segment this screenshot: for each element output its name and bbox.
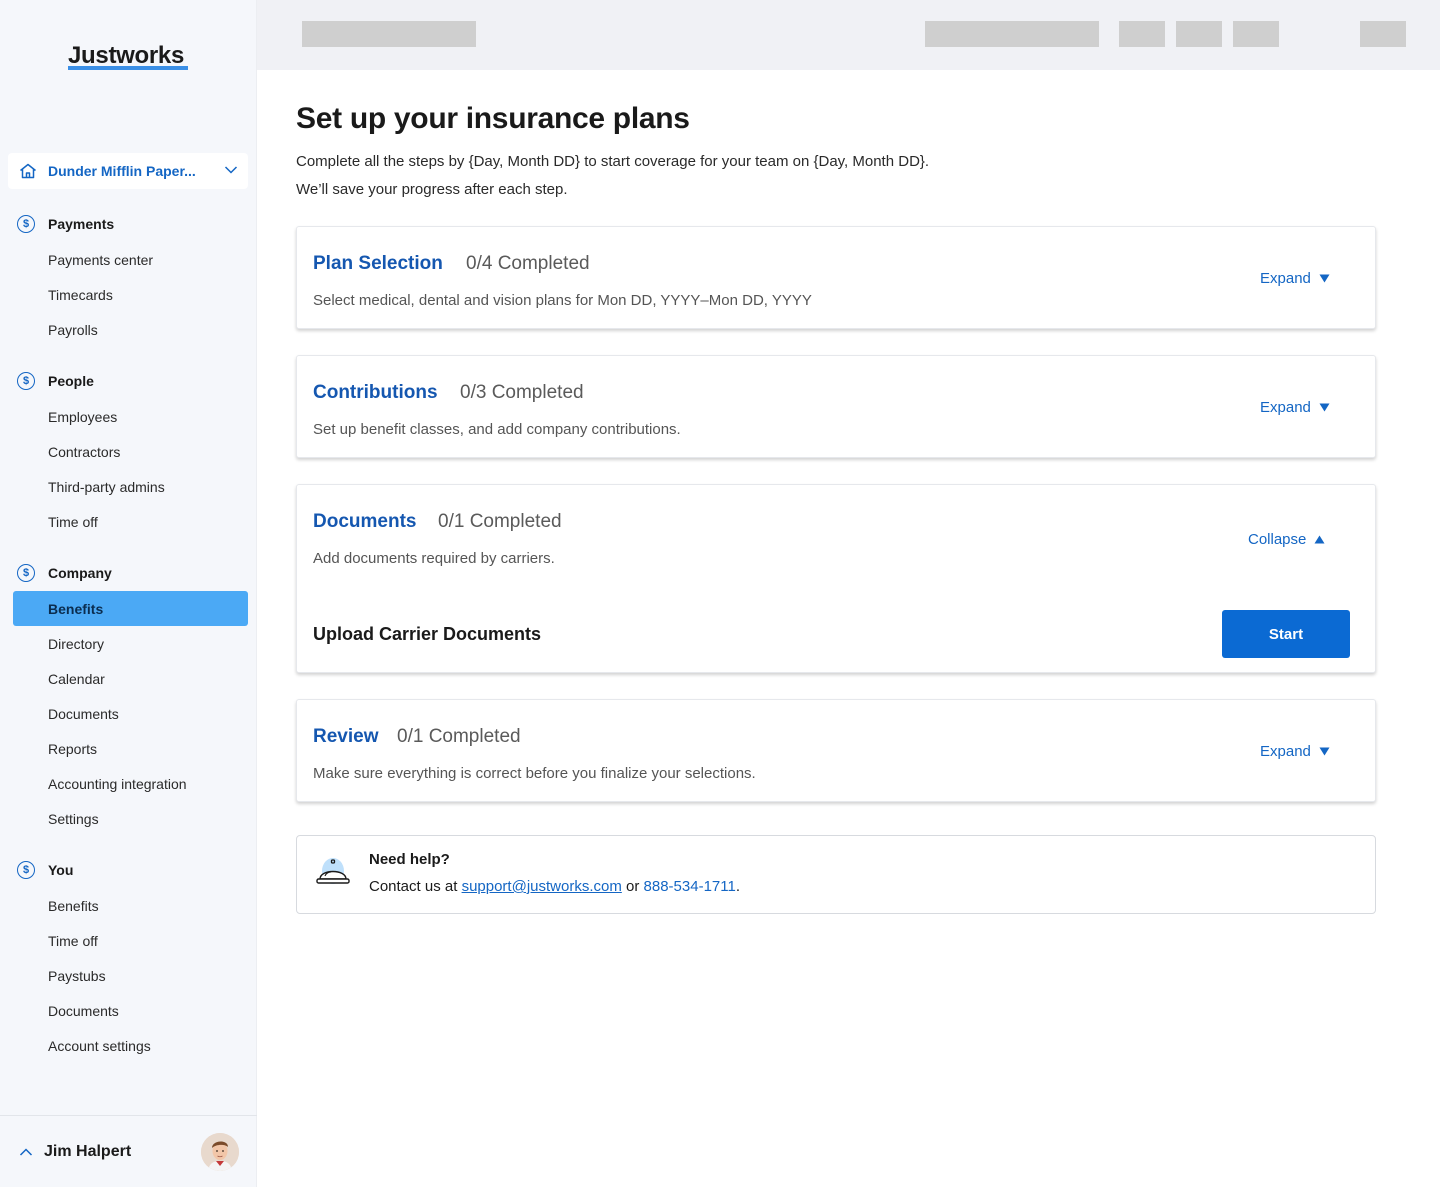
expand-button[interactable]: Expand (1260, 743, 1330, 760)
placeholder-breadcrumb (302, 21, 476, 47)
step-title: Review (313, 726, 379, 747)
step-count: 0/1 Completed (397, 726, 521, 747)
sidebar-item-benefits-active[interactable]: Benefits (13, 591, 248, 626)
avatar-image (201, 1133, 239, 1171)
subtask-title: Upload Carrier Documents (313, 624, 542, 644)
step-title: Plan Selection (313, 253, 443, 274)
user-name: Jim Halpert (44, 1143, 132, 1160)
top-bar (257, 0, 1440, 70)
support-email-link[interactable]: support@justworks.com (462, 878, 622, 895)
dollar-icon: $ (17, 861, 35, 879)
step-description: Make sure everything is correct before y… (313, 765, 756, 782)
sidebar-item-reports[interactable]: Reports (48, 741, 97, 757)
user-menu[interactable]: Jim Halpert (0, 1115, 257, 1187)
step-card-review: Review 0/1 Completed Make sure everythin… (296, 699, 1376, 802)
sidebar-item-documents[interactable]: Documents (48, 706, 119, 722)
start-button[interactable]: Start (1222, 610, 1350, 658)
support-phone-link[interactable]: 888-534-1711 (644, 878, 736, 895)
sidebar-item-paystubs[interactable]: Paystubs (48, 968, 106, 984)
home-icon (20, 163, 36, 179)
page-subtitle: Complete all the steps by {Day, Month DD… (296, 153, 930, 170)
dollar-icon: $ (17, 564, 35, 582)
help-suffix: . (735, 878, 741, 895)
sidebar-item-payments-center[interactable]: Payments center (48, 252, 153, 268)
step-description: Set up benefit classes, and add company … (313, 421, 681, 438)
caret-up-icon (1314, 535, 1325, 544)
expand-button[interactable]: Expand (1260, 270, 1330, 287)
nav-section-label: Payments (48, 216, 115, 232)
expand-button[interactable]: Expand (1260, 399, 1330, 416)
chevron-down-icon (224, 166, 238, 174)
help-box: Need help? Contact us at support@justwor… (296, 835, 1376, 914)
sidebar-item-calendar[interactable]: Calendar (48, 671, 105, 687)
chevron-up-icon (19, 1148, 33, 1156)
step-count: 0/4 Completed (466, 253, 590, 274)
sidebar: Justworks Dunder Mifflin Paper... $ Paym… (0, 0, 257, 1187)
toggle-label: Collapse (1248, 531, 1307, 548)
toggle-label: Expand (1260, 743, 1311, 760)
collapse-button[interactable]: Collapse (1248, 531, 1325, 548)
step-title: Contributions (313, 382, 438, 403)
sidebar-item-my-time-off[interactable]: Time off (48, 933, 98, 949)
sidebar-item-account-settings[interactable]: Account settings (48, 1038, 151, 1054)
sidebar-item-my-benefits[interactable]: Benefits (48, 898, 99, 914)
step-description: Add documents required by carriers. (313, 550, 555, 567)
placeholder-search (925, 21, 1099, 47)
caret-down-icon (1319, 747, 1330, 756)
step-card-contributions: Contributions 0/3 Completed Set up benef… (296, 355, 1376, 458)
dollar-icon: $ (17, 372, 35, 390)
toggle-label: Expand (1260, 399, 1311, 416)
step-title: Documents (313, 511, 417, 532)
step-count: 0/3 Completed (460, 382, 584, 403)
caret-down-icon (1319, 403, 1330, 412)
sidebar-item-accounting-integration[interactable]: Accounting integration (48, 776, 187, 792)
sidebar-item-time-off[interactable]: Time off (48, 514, 98, 530)
sidebar-item-third-party-admins[interactable]: Third-party admins (48, 479, 165, 495)
page-title: Set up your insurance plans (296, 102, 690, 135)
sidebar-item-contractors[interactable]: Contractors (48, 444, 120, 460)
step-count: 0/1 Completed (438, 511, 562, 532)
logo-underline (68, 66, 188, 70)
dollar-icon: $ (17, 215, 35, 233)
nav-section-label: Company (48, 565, 112, 581)
sidebar-item-directory[interactable]: Directory (48, 636, 104, 652)
help-prefix: Contact us at (369, 878, 458, 895)
sidebar-item-my-documents[interactable]: Documents (48, 1003, 119, 1019)
company-selector[interactable]: Dunder Mifflin Paper... (8, 153, 248, 189)
sidebar-item-label: Benefits (48, 601, 104, 617)
avatar[interactable] (201, 1133, 239, 1171)
sidebar-item-employees[interactable]: Employees (48, 409, 117, 425)
help-contact-line: Contact us at support@justworks.com or 8… (369, 878, 740, 895)
placeholder-action-2 (1176, 21, 1222, 47)
toggle-label: Expand (1260, 270, 1311, 287)
step-card-documents: Documents 0/1 Completed Add documents re… (296, 484, 1376, 673)
sidebar-item-settings[interactable]: Settings (48, 811, 99, 827)
sidebar-item-timecards[interactable]: Timecards (48, 287, 113, 303)
caret-down-icon (1319, 274, 1330, 283)
sidebar-item-payrolls[interactable]: Payrolls (48, 322, 98, 338)
step-description: Select medical, dental and vision plans … (313, 292, 812, 309)
step-card-plan-selection: Plan Selection 0/4 Completed Select medi… (296, 226, 1376, 329)
nav-section-label: People (48, 373, 94, 389)
company-name: Dunder Mifflin Paper... (48, 163, 196, 179)
help-title: Need help? (369, 851, 450, 868)
placeholder-action-4 (1360, 21, 1406, 47)
page-subtitle-save-note: We’ll save your progress after each step… (296, 181, 568, 198)
service-bell-icon (316, 858, 350, 884)
placeholder-action-1 (1119, 21, 1165, 47)
nav-section-label: You (48, 862, 74, 878)
help-middle: or (626, 878, 640, 895)
placeholder-action-3 (1233, 21, 1279, 47)
